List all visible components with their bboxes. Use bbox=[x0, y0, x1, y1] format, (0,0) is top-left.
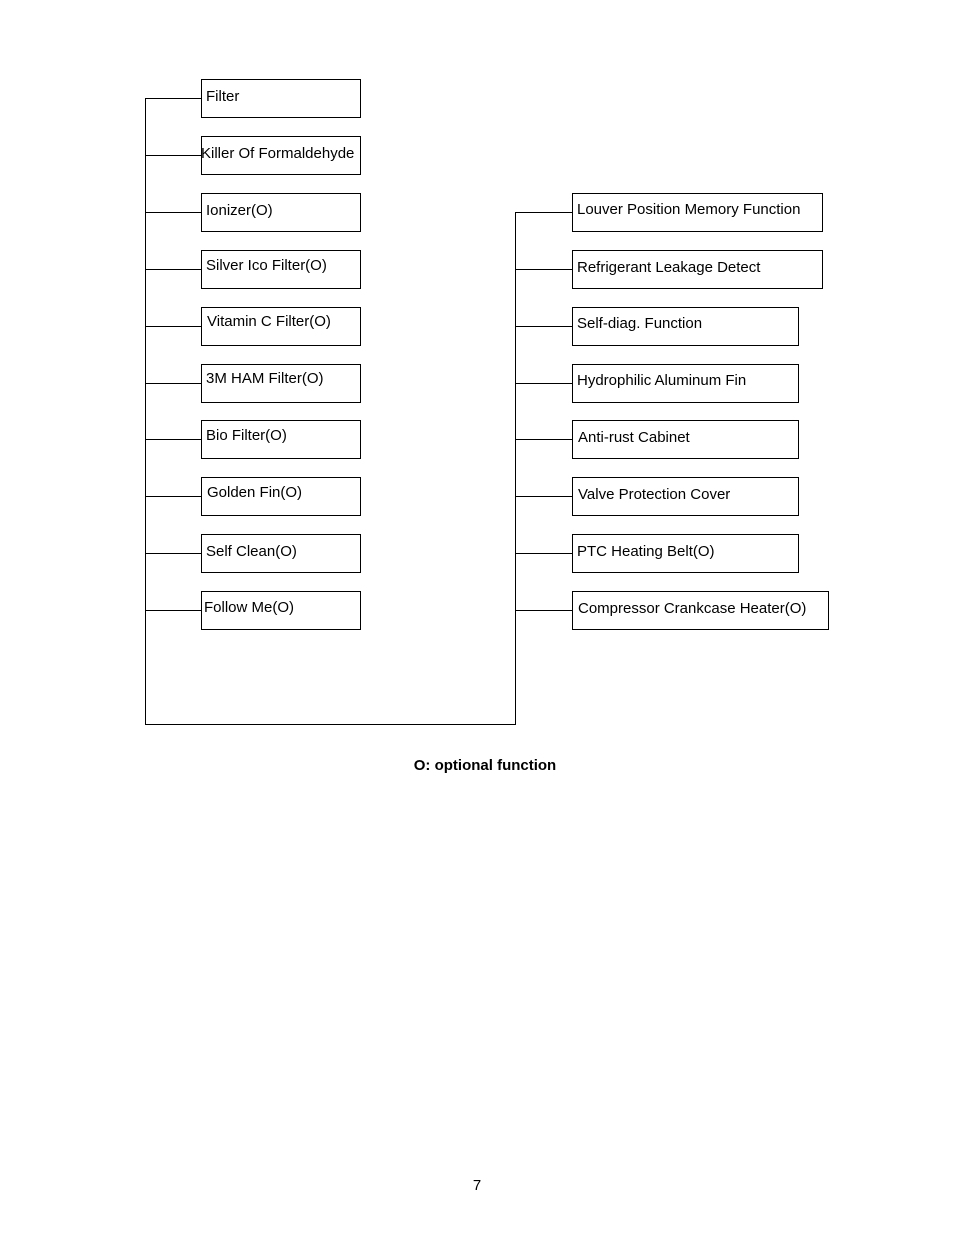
feature-label: Vitamin C Filter(O) bbox=[207, 313, 331, 330]
feature-box-compressor-crankcase-heater: Compressor Crankcase Heater(O) bbox=[572, 591, 829, 630]
feature-label: PTC Heating Belt(O) bbox=[577, 543, 715, 560]
feature-box-hydrophilic-aluminum-fin: Hydrophilic Aluminum Fin bbox=[572, 364, 799, 403]
feature-box-killer-of-formaldehyde: Killer Of Formaldehyde bbox=[201, 136, 361, 175]
feature-label: Self Clean(O) bbox=[206, 543, 297, 560]
bottom-connector-line bbox=[145, 724, 516, 725]
feature-box-ionizer: Ionizer(O) bbox=[201, 193, 361, 232]
feature-label: Golden Fin(O) bbox=[207, 484, 303, 501]
feature-label: Refrigerant Leakage Detect bbox=[577, 259, 761, 276]
feature-label: Anti-rust Cabinet bbox=[578, 429, 690, 446]
feature-label: Self-diag. Function bbox=[577, 315, 703, 332]
right-branch-connector bbox=[515, 439, 573, 440]
left-branch-connector bbox=[145, 326, 202, 327]
right-branch-connector bbox=[515, 496, 573, 497]
left-branch-connector bbox=[145, 269, 202, 270]
feature-box-golden-fin: Golden Fin(O) bbox=[201, 477, 361, 516]
left-branch-connector bbox=[145, 212, 202, 213]
feature-label: Follow Me(O) bbox=[204, 599, 295, 616]
right-trunk-line bbox=[515, 212, 516, 725]
feature-box-self-diag-function: Self-diag. Function bbox=[572, 307, 799, 346]
left-branch-connector bbox=[145, 383, 202, 384]
feature-box-3m-ham-filter: 3M HAM Filter(O) bbox=[201, 364, 361, 403]
feature-box-louver-position-memory: Louver Position Memory Function bbox=[572, 193, 823, 232]
feature-label: Silver Ico Filter(O) bbox=[206, 257, 327, 274]
feature-label: 3M HAM Filter(O) bbox=[206, 370, 324, 387]
feature-label: Killer Of Formaldehyde bbox=[201, 145, 355, 162]
right-branch-connector bbox=[515, 610, 573, 611]
feature-box-refrigerant-leakage-detect: Refrigerant Leakage Detect bbox=[572, 250, 823, 289]
feature-label: Valve Protection Cover bbox=[578, 486, 731, 503]
feature-box-vitamin-c-filter: Vitamin C Filter(O) bbox=[201, 307, 361, 346]
left-branch-connector bbox=[145, 98, 202, 99]
feature-label: Filter bbox=[206, 88, 240, 105]
feature-box-bio-filter: Bio Filter(O) bbox=[201, 420, 361, 459]
feature-label: Ionizer(O) bbox=[206, 202, 273, 219]
feature-label: Louver Position Memory Function bbox=[577, 201, 801, 218]
feature-box-valve-protection-cover: Valve Protection Cover bbox=[572, 477, 799, 516]
right-branch-connector bbox=[515, 383, 573, 384]
feature-box-self-clean: Self Clean(O) bbox=[201, 534, 361, 573]
left-trunk-line bbox=[145, 98, 146, 725]
legend-note: O: optional function bbox=[413, 757, 557, 774]
left-branch-connector bbox=[145, 155, 202, 156]
feature-box-ptc-heating-belt: PTC Heating Belt(O) bbox=[572, 534, 799, 573]
left-branch-connector bbox=[145, 553, 202, 554]
feature-box-filter: Filter bbox=[201, 79, 361, 118]
feature-box-anti-rust-cabinet: Anti-rust Cabinet bbox=[572, 420, 799, 459]
right-branch-connector bbox=[515, 553, 573, 554]
feature-label: Bio Filter(O) bbox=[206, 427, 287, 444]
feature-label: Hydrophilic Aluminum Fin bbox=[577, 372, 747, 389]
feature-label: Compressor Crankcase Heater(O) bbox=[578, 600, 807, 617]
page-number: 7 bbox=[472, 1177, 482, 1194]
left-branch-connector bbox=[145, 496, 202, 497]
feature-box-silver-ico-filter: Silver Ico Filter(O) bbox=[201, 250, 361, 289]
right-branch-connector bbox=[515, 269, 573, 270]
right-branch-connector bbox=[515, 212, 573, 213]
right-branch-connector bbox=[515, 326, 573, 327]
left-branch-connector bbox=[145, 439, 202, 440]
left-branch-connector bbox=[145, 610, 202, 611]
feature-box-follow-me: Follow Me(O) bbox=[201, 591, 361, 630]
